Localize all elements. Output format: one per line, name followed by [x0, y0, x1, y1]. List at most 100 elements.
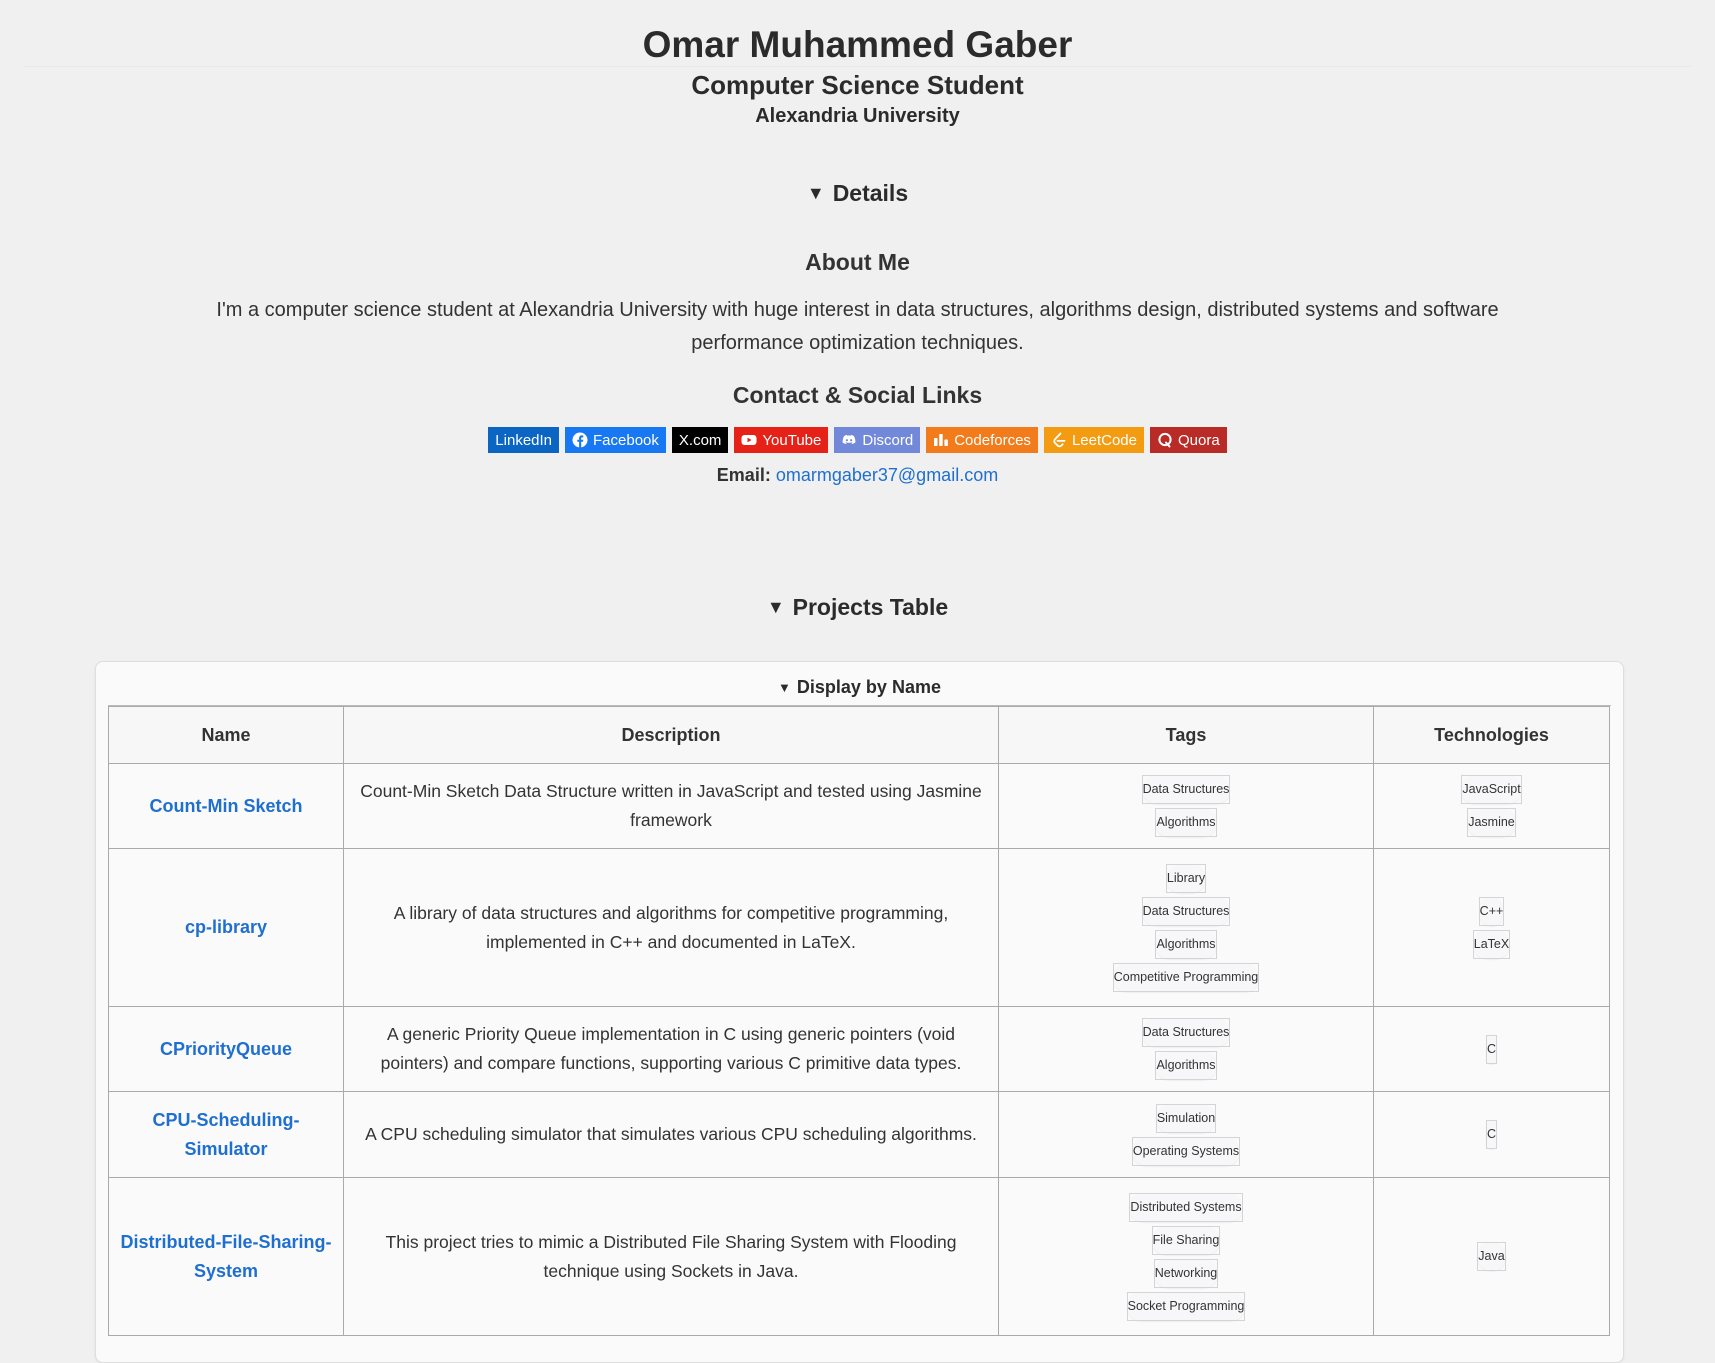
details-summary[interactable]: ▼ Details — [0, 180, 1715, 207]
project-name-cell: Distributed-File-Sharing-System — [108, 1177, 344, 1336]
table-row: CPriorityQueue A generic Priority Queue … — [108, 1006, 1610, 1092]
project-tags: Data Structures Algorithms — [998, 1006, 1374, 1092]
profile-header: Omar Muhammed Gaber Computer Science Stu… — [0, 0, 1715, 130]
details-summary-label: Details — [832, 180, 909, 206]
project-name-cell: CPriorityQueue — [108, 1006, 344, 1092]
project-description: Count-Min Sketch Data Structure written … — [343, 763, 999, 849]
codeforces-icon — [934, 434, 949, 446]
projects-summary-label: Projects Table — [792, 594, 949, 620]
discord-icon — [842, 435, 856, 444]
project-name-cell: CPU-Scheduling-Simulator — [108, 1091, 344, 1178]
tag-pill: Competitive Programming — [1112, 962, 1260, 992]
x-link[interactable]: X.com — [671, 427, 729, 453]
tag-pill: Operating Systems — [1131, 1136, 1241, 1166]
display-by-name-label: Display by Name — [796, 677, 941, 697]
project-link[interactable]: Distributed-File-Sharing-System — [121, 1232, 332, 1281]
quora-icon — [1158, 432, 1172, 448]
tech-pill: LaTeX — [1472, 929, 1511, 959]
leetcode-icon — [1053, 432, 1066, 448]
tag-pill: Distributed Systems — [1129, 1192, 1243, 1222]
tag-pill: Data Structures — [1141, 1018, 1231, 1047]
tag-pill: Library — [1165, 863, 1207, 893]
social-links: LinkedIn Facebook X.com YouTube Discord … — [0, 427, 1715, 453]
contact-heading: Contact & Social Links — [732, 382, 983, 408]
project-technologies: Java — [1373, 1177, 1610, 1336]
table-row: Count-Min Sketch Count-Min Sketch Data S… — [108, 763, 1610, 849]
email-link[interactable]: omarmgaber37@gmail.com — [776, 465, 998, 485]
header-name: Name — [108, 706, 344, 764]
tag-pill: Data Structures — [1141, 775, 1231, 804]
x-label: X.com — [678, 431, 722, 449]
linkedin-link[interactable]: LinkedIn — [488, 427, 560, 453]
table-header-row: Name Description Tags Technologies — [108, 706, 1610, 764]
youtube-label: YouTube — [762, 431, 822, 449]
projects-table: Name Description Tags Technologies Count… — [108, 706, 1610, 1336]
project-technologies: JavaScript Jasmine — [1373, 763, 1610, 849]
tech-pill: Java — [1477, 1242, 1506, 1271]
codeforces-label: Codeforces — [954, 431, 1031, 449]
email-label: Email: — [716, 465, 771, 485]
about-heading: About Me — [805, 249, 910, 275]
tag-pill: File Sharing — [1151, 1225, 1221, 1255]
quora-link[interactable]: Quora — [1150, 427, 1227, 453]
facebook-label: Facebook — [593, 431, 659, 449]
project-name-cell: Count-Min Sketch — [108, 763, 344, 849]
profile-university: Alexandria University — [755, 105, 960, 127]
project-link[interactable]: cp-library — [185, 917, 267, 937]
tag-pill: Simulation — [1155, 1103, 1217, 1133]
project-name-cell: cp-library — [108, 848, 344, 1007]
discord-label: Discord — [862, 431, 914, 449]
triangle-down-icon: ▼ — [778, 680, 791, 695]
projects-summary[interactable]: ▼ Projects Table — [0, 594, 1715, 621]
about-text: I'm a computer science student at Alexan… — [216, 299, 1499, 354]
project-technologies: C — [1373, 1091, 1610, 1178]
profile-name: Omar Muhammed Gaber — [642, 24, 1073, 65]
discord-link[interactable]: Discord — [834, 427, 921, 453]
project-link[interactable]: CPriorityQueue — [160, 1039, 292, 1059]
tag-pill: Algorithms — [1155, 1051, 1217, 1080]
tech-pill: C — [1485, 1034, 1498, 1064]
project-link[interactable]: CPU-Scheduling-Simulator — [153, 1110, 300, 1159]
quora-label: Quora — [1178, 431, 1220, 449]
profile-title: Computer Science Student — [691, 70, 1024, 100]
project-technologies: C++ LaTeX — [1373, 848, 1610, 1007]
project-tags: Data Structures Algorithms — [998, 763, 1374, 849]
project-technologies: C — [1373, 1006, 1610, 1092]
project-link[interactable]: Count-Min Sketch — [150, 796, 303, 816]
projects-card: ▼ Display by Name Name Description Tags T… — [95, 661, 1624, 1363]
project-tags: Library Data Structures Algorithms Compe… — [998, 848, 1374, 1007]
leetcode-label: LeetCode — [1071, 431, 1137, 449]
header-technologies: Technologies — [1373, 706, 1610, 764]
tag-pill: Data Structures — [1141, 896, 1231, 926]
tag-pill: Networking — [1153, 1258, 1219, 1288]
table-row: Distributed-File-Sharing-System This pro… — [108, 1177, 1610, 1336]
tag-pill: Algorithms — [1155, 929, 1217, 959]
table-row: cp-library A library of data structures … — [108, 848, 1610, 1007]
codeforces-link[interactable]: Codeforces — [926, 427, 1038, 453]
tag-pill: Socket Programming — [1126, 1291, 1246, 1321]
display-by-name-summary[interactable]: ▼ Display by Name — [96, 677, 1623, 698]
facebook-icon — [572, 432, 588, 448]
tech-pill: JavaScript — [1461, 775, 1522, 804]
linkedin-label: LinkedIn — [495, 431, 553, 449]
header-description: Description — [343, 706, 999, 764]
table-row: CPU-Scheduling-Simulator A CPU schedulin… — [108, 1091, 1610, 1178]
youtube-icon — [741, 435, 757, 445]
page: Omar Muhammed Gaber Computer Science Stu… — [0, 0, 1715, 1363]
tech-pill: C — [1485, 1120, 1498, 1149]
project-description: A generic Priority Queue implementation … — [343, 1006, 999, 1092]
project-description: A library of data structures and algorit… — [343, 848, 999, 1007]
project-description: This project tries to mimic a Distribute… — [343, 1177, 999, 1336]
youtube-link[interactable]: YouTube — [734, 427, 829, 453]
tag-pill: Algorithms — [1155, 808, 1217, 837]
project-description: A CPU scheduling simulator that simulate… — [343, 1091, 999, 1178]
header-divider — [24, 66, 1691, 67]
tech-pill: Jasmine — [1467, 808, 1516, 837]
project-tags: Distributed Systems File Sharing Network… — [998, 1177, 1374, 1336]
triangle-down-icon: ▼ — [806, 183, 825, 203]
facebook-link[interactable]: Facebook — [565, 427, 666, 453]
header-tags: Tags — [998, 706, 1374, 764]
tech-pill: C++ — [1478, 896, 1505, 926]
project-tags: Simulation Operating Systems — [998, 1091, 1374, 1178]
leetcode-link[interactable]: LeetCode — [1043, 427, 1144, 453]
